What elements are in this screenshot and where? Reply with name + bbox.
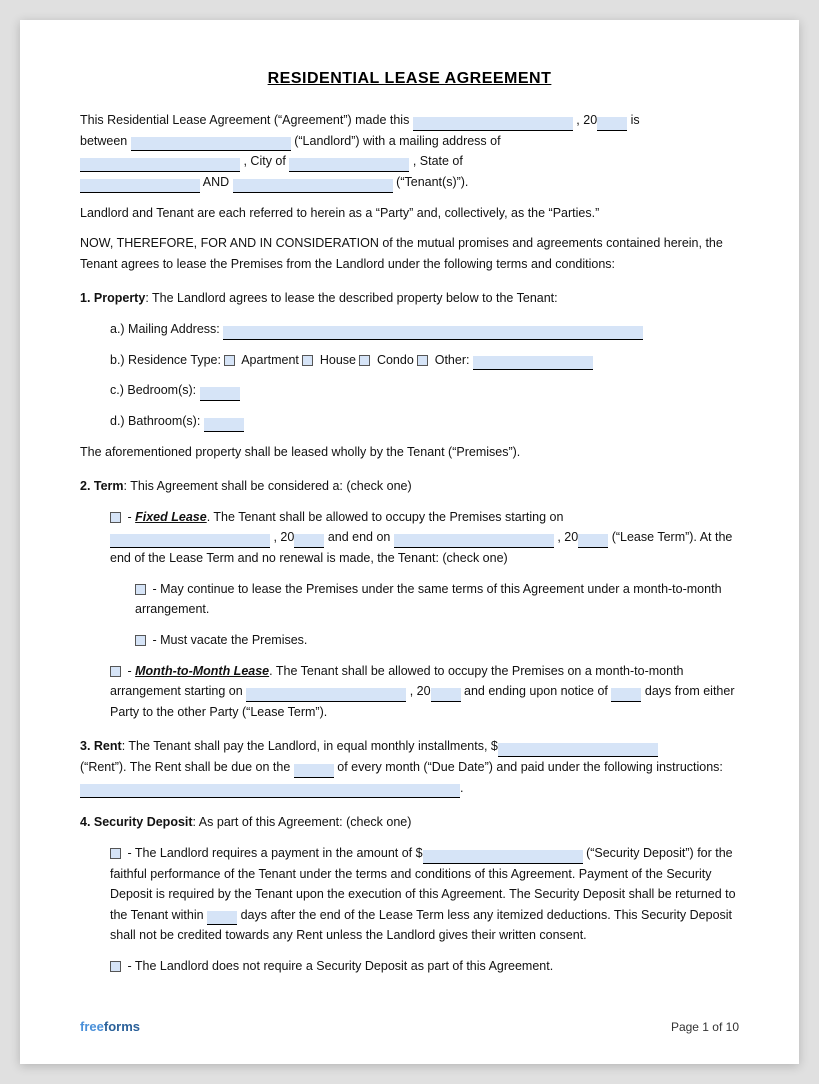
intro-comma-20a: , 20: [576, 113, 597, 127]
security-option2: - The Landlord does not require a Securi…: [110, 956, 739, 977]
house-label: House: [316, 353, 359, 367]
page-number: Page 1 of 10: [671, 1020, 739, 1034]
condo-checkbox[interactable]: [359, 355, 370, 366]
security-option1: - The Landlord requires a payment in the…: [110, 843, 739, 946]
fixed-end-year[interactable]: [578, 534, 608, 548]
fixed-option2: - Must vacate the Premises.: [135, 630, 739, 651]
payment-instructions-field[interactable]: [80, 784, 460, 798]
section1-a: a.) Mailing Address:: [110, 319, 739, 340]
month-lease-checkbox[interactable]: [110, 666, 121, 677]
consideration-paragraph: NOW, THEREFORE, FOR AND IN CONSIDERATION…: [80, 233, 739, 274]
other-label: Other:: [431, 353, 473, 367]
parties-paragraph: Landlord and Tenant are each referred to…: [80, 203, 739, 224]
intro-tenant-label: (“Tenant(s)”).: [396, 175, 468, 189]
fixed-option1: - May continue to lease the Premises und…: [135, 579, 739, 620]
intro-landlord-label: (“Landlord”) with a mailing address of: [294, 134, 500, 148]
intro-city: , City of: [243, 154, 285, 168]
page-footer: freeforms Page 1 of 10: [80, 1019, 739, 1034]
month-start-field[interactable]: [246, 688, 406, 702]
due-date-field[interactable]: [294, 764, 334, 778]
section1-b: b.) Residence Type: Apartment House Cond…: [110, 350, 739, 371]
no-security-checkbox[interactable]: [110, 961, 121, 972]
other-checkbox[interactable]: [417, 355, 428, 366]
section4: 4. Security Deposit: As part of this Agr…: [80, 812, 739, 976]
continue-checkbox[interactable]: [135, 584, 146, 595]
fixed-start-year[interactable]: [294, 534, 324, 548]
apartment-checkbox[interactable]: [224, 355, 235, 366]
section2: 2. Term: This Agreement shall be conside…: [80, 476, 739, 722]
intro-is: is: [631, 113, 640, 127]
fixed-start-field[interactable]: [110, 534, 270, 548]
other-field[interactable]: [473, 356, 593, 370]
document-page: RESIDENTIAL LEASE AGREEMENT This Residen…: [20, 20, 799, 1064]
bathrooms-field[interactable]: [204, 418, 244, 432]
city-field[interactable]: [289, 158, 409, 172]
section1-heading: 1. Property: The Landlord agrees to leas…: [80, 288, 739, 309]
section1-d: d.) Bathroom(s):: [110, 411, 739, 432]
intro-between: between: [80, 134, 127, 148]
vacate-checkbox[interactable]: [135, 635, 146, 646]
rent-amount-field[interactable]: [498, 743, 658, 757]
security-amount-field[interactable]: [423, 850, 583, 864]
condo-label: Condo: [373, 353, 417, 367]
mailing-address-field[interactable]: [223, 326, 643, 340]
section3: 3. Rent: The Tenant shall pay the Landlo…: [80, 736, 739, 798]
bedrooms-field[interactable]: [200, 387, 240, 401]
month-start-year[interactable]: [431, 688, 461, 702]
intro-line1a: This Residential Lease Agreement (“Agree…: [80, 113, 409, 127]
intro-and: AND: [203, 175, 229, 189]
fixed-lease-row: - Fixed Lease. The Tenant shall be allow…: [110, 507, 739, 569]
tenant-name-field[interactable]: [233, 179, 393, 193]
document-title: RESIDENTIAL LEASE AGREEMENT: [80, 70, 739, 88]
month-notice-days[interactable]: [611, 688, 641, 702]
year-field[interactable]: [597, 117, 627, 131]
section4-heading: 4. Security Deposit: As part of this Agr…: [80, 812, 739, 833]
date-field[interactable]: [413, 117, 573, 131]
state-field[interactable]: [80, 179, 200, 193]
apartment-label: Apartment: [238, 353, 302, 367]
premises-text: The aforementioned property shall be lea…: [80, 442, 739, 463]
house-checkbox[interactable]: [302, 355, 313, 366]
section1-c: c.) Bedroom(s):: [110, 380, 739, 401]
fixed-end-field[interactable]: [394, 534, 554, 548]
address-field[interactable]: [80, 158, 240, 172]
month-lease-row: - Month-to-Month Lease. The Tenant shall…: [110, 661, 739, 723]
section3-heading: 3. Rent: The Tenant shall pay the Landlo…: [80, 736, 739, 798]
security-required-checkbox[interactable]: [110, 848, 121, 859]
section2-heading: 2. Term: This Agreement shall be conside…: [80, 476, 739, 497]
intro-state: , State of: [413, 154, 463, 168]
section1: 1. Property: The Landlord agrees to leas…: [80, 288, 739, 462]
brand: freeforms: [80, 1019, 140, 1034]
landlord-name-field[interactable]: [131, 137, 291, 151]
return-days-field[interactable]: [207, 911, 237, 925]
fixed-lease-checkbox[interactable]: [110, 512, 121, 523]
intro-block: This Residential Lease Agreement (“Agree…: [80, 110, 739, 193]
